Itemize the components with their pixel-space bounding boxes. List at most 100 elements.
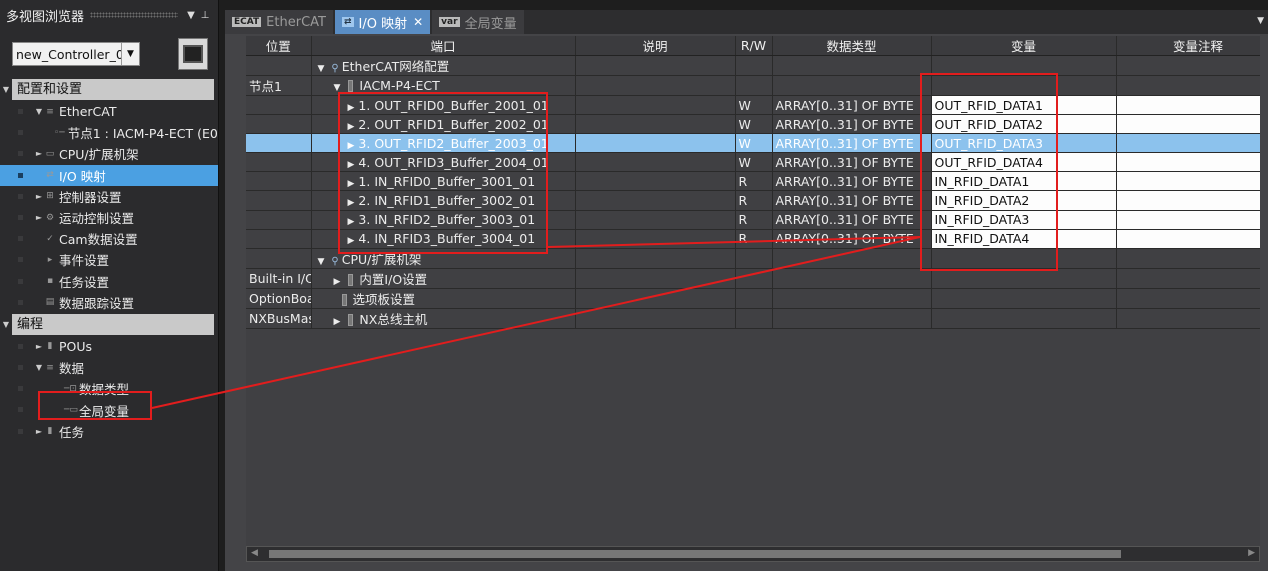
- tab[interactable]: ⇄ I/O 映射 ✕: [334, 10, 431, 34]
- table-row[interactable]: OptionBoard 选项板设置: [246, 288, 1260, 309]
- expand-arrow-icon[interactable]: ▶: [348, 179, 355, 189]
- variable-cell[interactable]: IN_RFID_DATA1: [931, 171, 1117, 192]
- variable-cell[interactable]: OUT_RFID_DATA4: [931, 152, 1117, 173]
- table-row[interactable]: ▶ 3. IN_RFID2_Buffer_3003_01 R ARRAY[0..31]…: [246, 210, 1260, 230]
- table-row[interactable]: 节点1 ▼ IACM-P4-ECT: [246, 75, 1260, 96]
- tree-item[interactable]: ▸ 事件设置: [0, 249, 218, 270]
- column-header[interactable]: 说明: [575, 36, 736, 56]
- expand-arrow-icon[interactable]: ▼: [318, 64, 325, 74]
- table-row[interactable]: ▼ ⚲ CPU/扩展机架: [246, 248, 1260, 269]
- table-row[interactable]: ▶ 2. IN_RFID1_Buffer_3002_01 R ARRAY[0..31]…: [246, 190, 1260, 211]
- scroll-left-icon[interactable]: ◀: [251, 548, 258, 558]
- scroll-right-icon[interactable]: ▶: [1248, 548, 1255, 558]
- tab-menu-icon[interactable]: ▼: [1257, 16, 1264, 26]
- port-cell[interactable]: ▶ 1. OUT_RFID0_Buffer_2001_01: [311, 95, 576, 116]
- port-cell[interactable]: 选项板设置: [311, 288, 576, 309]
- variable-comment-cell[interactable]: [1116, 308, 1260, 329]
- expand-arrow-icon[interactable]: ▶: [334, 277, 341, 287]
- port-cell[interactable]: ▶ 3. OUT_RFID2_Buffer_2003_01: [311, 133, 576, 154]
- controller-thumbnail[interactable]: [178, 38, 208, 70]
- description-cell[interactable]: [575, 288, 736, 309]
- expand-arrow-icon[interactable]: ▶: [348, 122, 355, 132]
- expand-arrow-icon[interactable]: ▶: [348, 160, 355, 170]
- description-cell[interactable]: [575, 152, 736, 173]
- tree-item[interactable]: ▼ ≡ EtherCAT: [0, 101, 218, 122]
- port-cell[interactable]: ▶ 内置I/O设置: [311, 268, 576, 289]
- section-header[interactable]: ▼ 编程: [0, 313, 214, 335]
- variable-cell[interactable]: [931, 248, 1117, 269]
- table-row[interactable]: Built-in I/O ▶ 内置I/O设置: [246, 268, 1260, 289]
- port-cell[interactable]: ▶ 2. OUT_RFID1_Buffer_2002_01: [311, 114, 576, 135]
- description-cell[interactable]: [575, 55, 736, 76]
- table-row[interactable]: ▶ 4. OUT_RFID3_Buffer_2004_01 W ARRAY[0..31…: [246, 152, 1260, 173]
- tree-item[interactable]: ⇄ I/O 映射: [0, 164, 218, 186]
- close-icon[interactable]: ✕: [413, 15, 423, 29]
- tree-toggle-icon[interactable]: ▼: [34, 107, 44, 116]
- column-header[interactable]: 数据类型: [772, 36, 932, 56]
- expand-arrow-icon[interactable]: ▶: [348, 141, 355, 151]
- description-cell[interactable]: [575, 95, 736, 116]
- expand-arrow-icon[interactable]: ▶: [348, 198, 355, 208]
- description-cell[interactable]: [575, 190, 736, 211]
- tree-item[interactable]: ▼ ≡ 数据: [0, 357, 218, 378]
- tree-item[interactable]: ▪ 任务设置: [0, 271, 218, 292]
- tree-toggle-icon[interactable]: ►: [34, 342, 44, 351]
- variable-comment-cell[interactable]: [1116, 152, 1260, 173]
- table-row[interactable]: NXBusMaster ▶ NX总线主机: [246, 308, 1260, 329]
- tree-item[interactable]: ◦─ 节点1 : IACM-P4-ECT (E00: [0, 122, 218, 143]
- horizontal-scrollbar[interactable]: ◀ ▶: [246, 546, 1260, 562]
- dropdown-icon[interactable]: ▼: [184, 10, 198, 21]
- variable-cell[interactable]: [931, 75, 1117, 96]
- tree-item[interactable]: ─⊡ 数据类型: [0, 378, 218, 399]
- table-row[interactable]: ▶ 2. OUT_RFID1_Buffer_2002_01 W ARRAY[0..31…: [246, 114, 1260, 135]
- tree-toggle-icon[interactable]: ►: [34, 427, 44, 436]
- tab[interactable]: var 全局变量: [432, 10, 524, 34]
- description-cell[interactable]: [575, 171, 736, 192]
- expand-arrow-icon[interactable]: ▶: [334, 317, 341, 327]
- tree-item[interactable]: ► ⊞ 控制器设置: [0, 186, 218, 207]
- variable-comment-cell[interactable]: [1116, 133, 1260, 154]
- pin-icon[interactable]: ⊥: [198, 10, 212, 21]
- expand-arrow-icon[interactable]: ▼: [318, 257, 325, 267]
- tree-toggle-icon[interactable]: ►: [34, 213, 44, 222]
- column-header[interactable]: 端口: [311, 36, 576, 56]
- column-header[interactable]: 变量: [931, 36, 1117, 56]
- port-cell[interactable]: ▼ IACM-P4-ECT: [311, 75, 576, 96]
- tree-toggle-icon[interactable]: ►: [34, 192, 44, 201]
- expand-arrow-icon[interactable]: ▶: [348, 103, 355, 113]
- scrollbar-thumb[interactable]: [269, 550, 1121, 558]
- variable-cell[interactable]: IN_RFID_DATA3: [931, 210, 1117, 230]
- port-cell[interactable]: ▶ 4. OUT_RFID3_Buffer_2004_01: [311, 152, 576, 173]
- variable-comment-cell[interactable]: [1116, 268, 1260, 289]
- variable-comment-cell[interactable]: [1116, 288, 1260, 309]
- description-cell[interactable]: [575, 133, 736, 154]
- column-header[interactable]: 变量注释: [1116, 36, 1260, 56]
- tree-item[interactable]: ► ▮ 任务: [0, 421, 218, 442]
- description-cell[interactable]: [575, 114, 736, 135]
- variable-cell[interactable]: [931, 55, 1117, 76]
- port-cell[interactable]: ▶ 1. IN_RFID0_Buffer_3001_01: [311, 171, 576, 192]
- description-cell[interactable]: [575, 75, 736, 96]
- variable-cell[interactable]: [931, 268, 1117, 289]
- tree-item[interactable]: ► ⚙ 运动控制设置: [0, 207, 218, 228]
- tab[interactable]: ECAT EtherCAT: [225, 10, 333, 34]
- variable-comment-cell[interactable]: [1116, 190, 1260, 211]
- description-cell[interactable]: [575, 210, 736, 230]
- description-cell[interactable]: [575, 248, 736, 269]
- variable-cell[interactable]: IN_RFID_DATA2: [931, 190, 1117, 211]
- tree-item[interactable]: ─▭ 全局变量: [0, 399, 218, 420]
- variable-cell[interactable]: OUT_RFID_DATA1: [931, 95, 1117, 116]
- tree-item[interactable]: ► ▮ POUs: [0, 336, 218, 357]
- expand-toggle-icon[interactable]: ▼: [0, 85, 12, 94]
- controller-select[interactable]: new_Controller_0 ▼: [12, 42, 140, 66]
- table-row[interactable]: ▼ ⚲ EtherCAT网络配置: [246, 55, 1260, 76]
- port-cell[interactable]: ▼ ⚲ EtherCAT网络配置: [311, 55, 576, 76]
- description-cell[interactable]: [575, 308, 736, 329]
- port-cell[interactable]: ▶ NX总线主机: [311, 308, 576, 329]
- variable-comment-cell[interactable]: [1116, 210, 1260, 230]
- table-row[interactable]: ▶ 1. IN_RFID0_Buffer_3001_01 R ARRAY[0..31]…: [246, 171, 1260, 192]
- port-cell[interactable]: ▶ 2. IN_RFID1_Buffer_3002_01: [311, 190, 576, 211]
- variable-comment-cell[interactable]: [1116, 75, 1260, 96]
- table-row[interactable]: ▶ 4. IN_RFID3_Buffer_3004_01 R ARRAY[0..31]…: [246, 229, 1260, 249]
- tree-toggle-icon[interactable]: ▼: [34, 363, 44, 372]
